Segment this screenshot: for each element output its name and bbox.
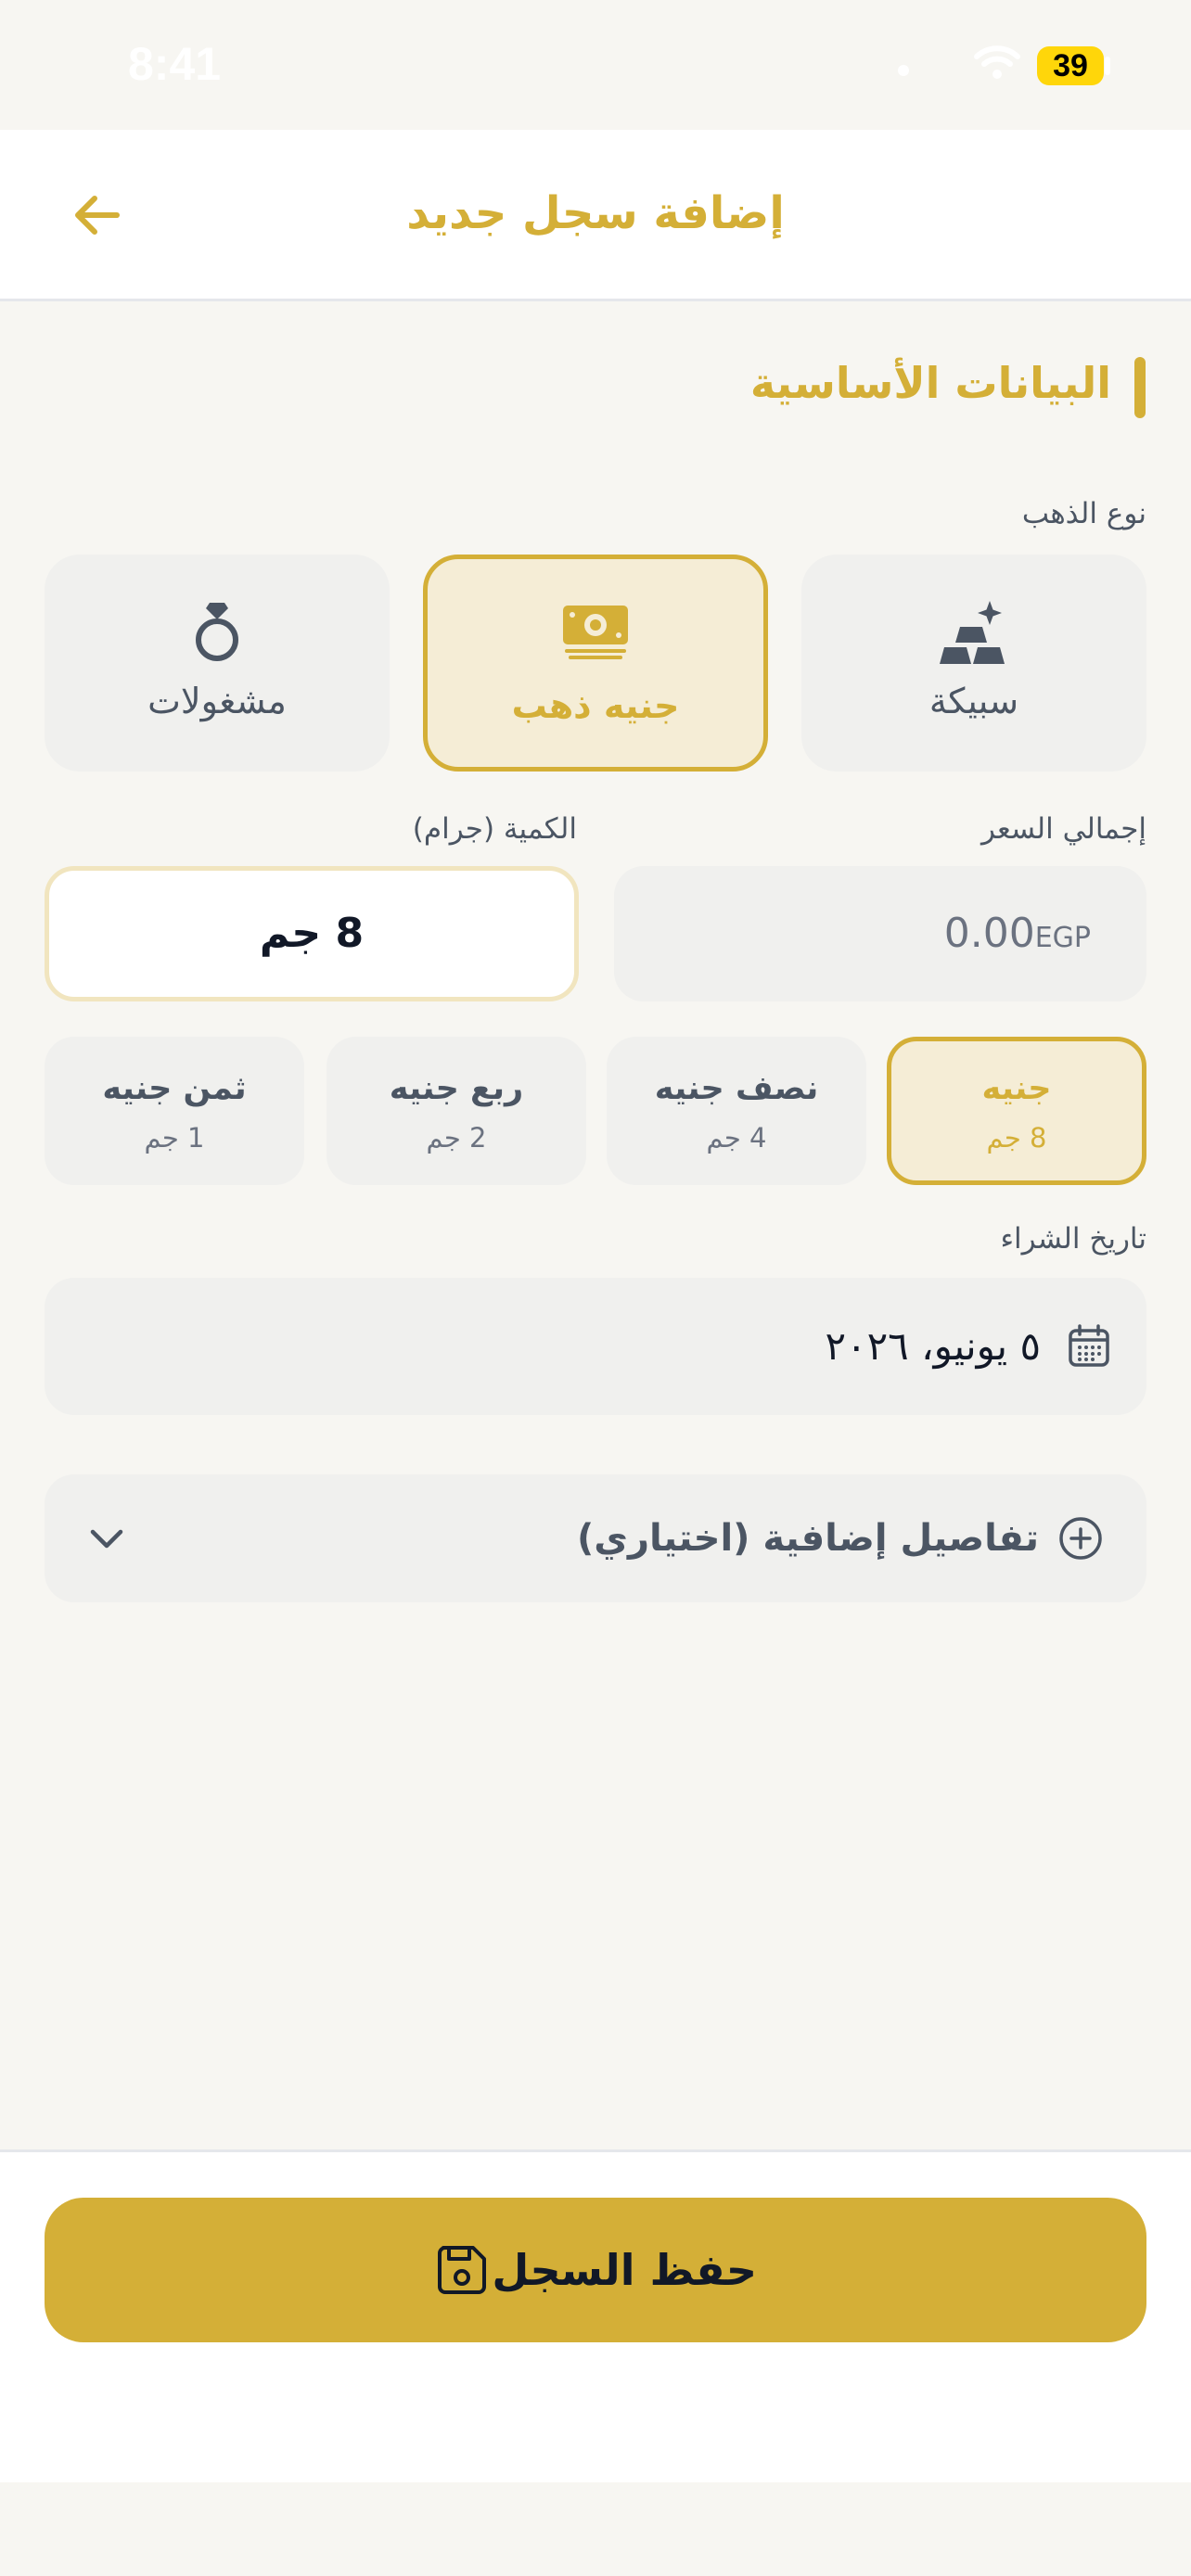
quantity-input[interactable]: 8 جم [45, 866, 579, 1001]
wifi-icon [974, 45, 1020, 83]
coin-size-full[interactable]: جنيه 8 جم [887, 1037, 1146, 1185]
extra-details-toggle[interactable]: تفاصيل إضافية (اختياري) [45, 1474, 1146, 1602]
status-time: 8:41 [128, 38, 222, 90]
section-accent-bar [1134, 357, 1146, 418]
save-record-button[interactable]: حفظ السجل [45, 2198, 1146, 2342]
coin-size-weight: 1 جم [144, 1122, 205, 1154]
gold-type-jewelry[interactable]: مشغولات [45, 555, 390, 772]
battery-tip [1105, 57, 1110, 75]
coin-size-name: نصف جنيه [654, 1070, 819, 1107]
calendar-icon [1067, 1324, 1111, 1372]
battery-level: 39 [1037, 46, 1104, 85]
gold-type-bar[interactable]: سبيكة [801, 555, 1146, 772]
coin-size-name: جنيه [981, 1070, 1052, 1107]
currency-label: EGP [1034, 922, 1091, 954]
coin-size-half[interactable]: نصف جنيه 4 جم [607, 1037, 866, 1185]
purchase-date-label: تاريخ الشراء [1000, 1222, 1146, 1256]
coin-size-name: ثمن جنيه [102, 1070, 247, 1107]
save-button-label: حفظ السجل [492, 2245, 757, 2295]
price-placeholder: 0.00EGP [944, 866, 1111, 1006]
quantity-value: 8 جم [259, 910, 365, 957]
coin-size-weight: 4 جم [706, 1122, 767, 1154]
price-value: 0.00 [943, 910, 1035, 957]
money-coin-icon [428, 604, 763, 661]
arrow-left-icon [75, 196, 120, 235]
gold-type-bar-label: سبيكة [928, 681, 1019, 721]
chevron-down-icon [83, 1515, 130, 1565]
plus-circle-icon [1057, 1515, 1104, 1565]
app-header: إضافة سجل جديد [0, 130, 1191, 301]
coin-size-weight: 2 جم [426, 1122, 487, 1154]
gold-type-coin[interactable]: جنيه ذهب [423, 555, 768, 772]
floppy-disk-icon [436, 2244, 488, 2300]
gold-type-jewelry-label: مشغولات [147, 681, 287, 721]
price-label: إجمالي السعر [980, 812, 1146, 846]
coin-size-weight: 8 جم [986, 1122, 1047, 1154]
ring-icon [45, 599, 390, 664]
section-title: البيانات الأساسية [749, 358, 1111, 408]
purchase-date-value: ٥ يونيو، ٢٠٢٦ [825, 1323, 1041, 1369]
coin-size-name: ربع جنيه [389, 1070, 524, 1107]
coin-size-eighth[interactable]: ثمن جنيه 1 جم [45, 1037, 304, 1185]
back-button[interactable] [65, 184, 128, 247]
price-input[interactable]: 0.00EGP [614, 866, 1146, 1001]
gold-type-label: نوع الذهب [1021, 497, 1146, 530]
extra-details-label: تفاصيل إضافية (اختياري) [577, 1517, 1039, 1560]
gold-type-coin-label: جنيه ذهب [511, 685, 680, 726]
quantity-label: الكمية (جرام) [412, 812, 577, 846]
page-title: إضافة سجل جديد [406, 187, 785, 239]
status-bar: 8:41 39 [0, 0, 1191, 130]
gold-bars-icon [801, 599, 1146, 668]
purchase-date-field[interactable]: ٥ يونيو، ٢٠٢٦ [45, 1278, 1146, 1415]
coin-size-quarter[interactable]: ربع جنيه 2 جم [327, 1037, 586, 1185]
status-dot [898, 65, 909, 76]
